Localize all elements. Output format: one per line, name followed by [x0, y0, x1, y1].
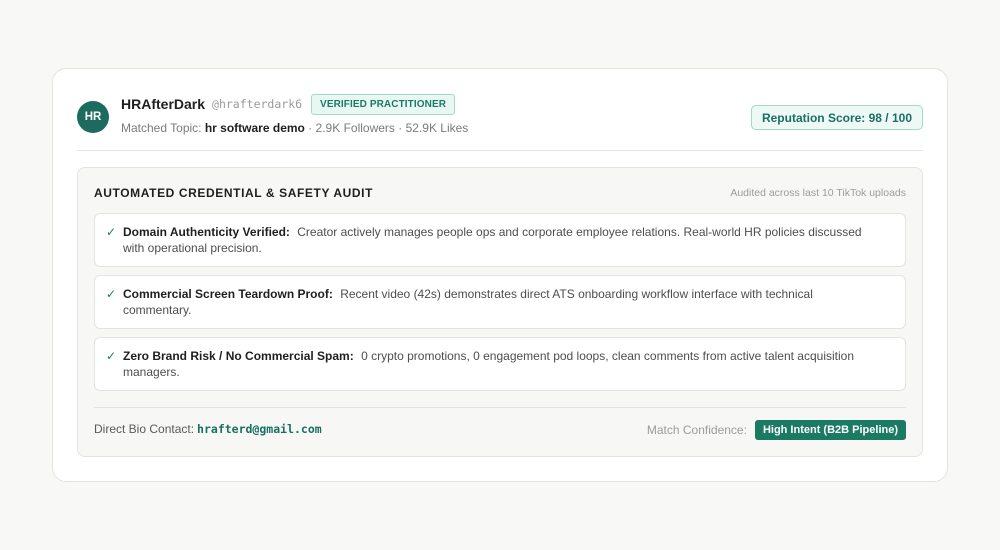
audit-note: Audited across last 10 TikTok uploads	[730, 187, 906, 199]
contact-email[interactable]: hrafterd@gmail.com	[197, 422, 322, 436]
audit-item-text: Zero Brand Risk / No Commercial Spam: 0 …	[123, 348, 865, 380]
creator-card: HR HRAfterDark @hrafterdark6 VERIFIED PR…	[52, 68, 948, 482]
audit-item-label: Commercial Screen Teardown Proof:	[123, 287, 333, 301]
avatar: HR	[77, 101, 109, 133]
intent-badge: High Intent (B2B Pipeline)	[754, 420, 906, 440]
contact-label: Direct Bio Contact:	[94, 422, 195, 436]
audit-item-text: Domain Authenticity Verified: Creator ac…	[123, 224, 865, 256]
handle: @hrafterdark6	[212, 97, 303, 111]
audit-title: AUTOMATED CREDENTIAL & SAFETY AUDIT	[94, 186, 374, 200]
topic-label: Matched Topic:	[121, 121, 202, 135]
audit-item-text: Commercial Screen Teardown Proof: Recent…	[123, 286, 865, 318]
checkmark-icon: ✓	[106, 287, 117, 301]
divider	[94, 407, 906, 408]
confidence-label: Match Confidence:	[646, 423, 747, 437]
audit-item-brand-risk: ✓ Zero Brand Risk / No Commercial Spam: …	[94, 337, 906, 391]
audit-item-domain-authenticity: ✓ Domain Authenticity Verified: Creator …	[94, 213, 906, 267]
audit-item-label: Zero Brand Risk / No Commercial Spam:	[123, 349, 354, 363]
followers-count: · 2.9K Followers	[308, 121, 395, 135]
match-confidence: Match Confidence: High Intent (B2B Pipel…	[647, 420, 906, 440]
audit-panel: AUTOMATED CREDENTIAL & SAFETY AUDIT Audi…	[77, 167, 923, 457]
checkmark-icon: ✓	[106, 225, 117, 239]
audit-item-screen-teardown: ✓ Commercial Screen Teardown Proof: Rece…	[94, 275, 906, 329]
reputation-score-badge: Reputation Score: 98 / 100	[750, 105, 923, 130]
profile-header: HR HRAfterDark @hrafterdark6 VERIFIED PR…	[77, 93, 923, 151]
likes-count: · 52.9K Likes	[398, 121, 469, 135]
display-name: HRAfterDark	[121, 96, 206, 112]
checkmark-icon: ✓	[106, 349, 117, 363]
name-row: HRAfterDark @hrafterdark6 VERIFIED PRACT…	[121, 93, 456, 115]
matched-topic: hr software demo	[204, 121, 305, 135]
bio-contact: Direct Bio Contact: hrafterd@gmail.com	[94, 422, 322, 436]
audit-item-label: Domain Authenticity Verified:	[123, 225, 290, 239]
verified-badge: VERIFIED PRACTITIONER	[311, 93, 456, 115]
profile-meta: Matched Topic: hr software demo · 2.9K F…	[121, 121, 468, 135]
